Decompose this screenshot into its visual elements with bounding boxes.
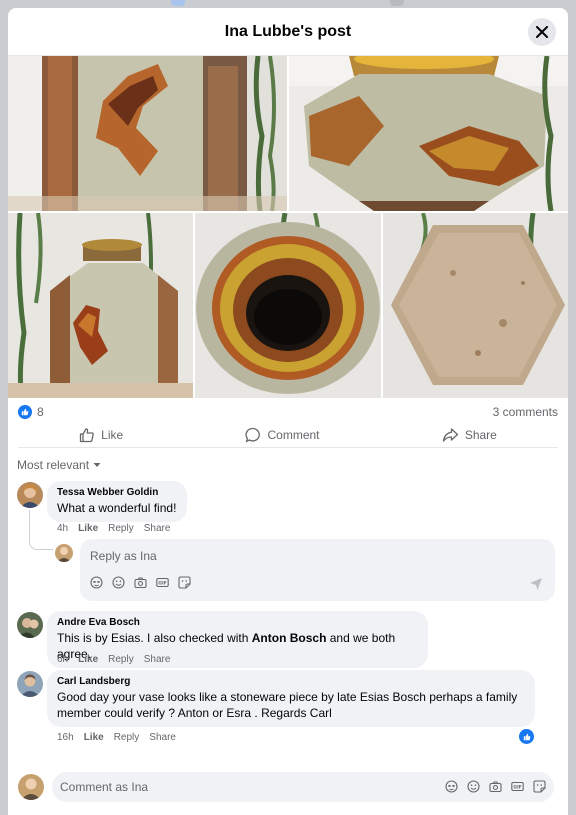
comments-count-link[interactable]: 3 comments — [493, 405, 558, 419]
comment-text: Good day your vase looks like a stonewar… — [57, 690, 518, 720]
reply-thread-line — [29, 510, 53, 550]
share-button-label: Share — [464, 427, 497, 442]
background-nav — [0, 0, 576, 8]
thumbs-up-reaction-icon — [18, 405, 32, 419]
comment-author[interactable]: Andre Eva Bosch — [57, 616, 418, 630]
comment-input[interactable]: Comment as Ina GIF — [52, 772, 554, 802]
speech-bubble-icon — [245, 427, 261, 443]
avatar — [55, 544, 73, 562]
comment-reply-button[interactable]: Reply — [108, 523, 134, 534]
avatar-sticker-icon[interactable] — [90, 576, 103, 589]
share-arrow-icon — [442, 427, 458, 442]
sort-label: Most relevant — [17, 458, 90, 472]
camera-icon[interactable] — [489, 780, 502, 793]
share-button[interactable]: Share — [442, 427, 497, 443]
comment-actions: 16h Like Reply Share — [57, 732, 176, 743]
thumbs-up-icon — [80, 427, 94, 442]
comment-actions: 6h Like Reply Share — [57, 654, 170, 665]
emoji-icon[interactable] — [112, 576, 125, 589]
comment-tools: GIF — [445, 780, 546, 793]
avatar[interactable] — [17, 671, 43, 697]
sticker-icon[interactable] — [178, 576, 191, 589]
comment-author[interactable]: Tessa Webber Goldin — [57, 486, 177, 500]
comment-time[interactable]: 4h — [57, 523, 68, 534]
svg-text:GIF: GIF — [513, 785, 521, 791]
avatar[interactable] — [17, 482, 43, 508]
comment-share-button[interactable]: Share — [149, 732, 176, 743]
post-modal: Ina Lubbe's post 8 3 comments Like Comme… — [8, 8, 568, 815]
comment-time[interactable]: 6h — [57, 654, 68, 665]
avatar-sticker-icon[interactable] — [445, 780, 458, 793]
comment-button[interactable]: Comment — [245, 427, 320, 443]
comment-placeholder: Comment as Ina — [60, 780, 149, 794]
post-actions: Like Comment Share — [18, 426, 558, 448]
avatar[interactable] — [17, 612, 43, 638]
reaction-summary[interactable]: 8 — [18, 405, 44, 419]
avatar — [18, 774, 44, 800]
comment-share-button[interactable]: Share — [144, 523, 171, 534]
modal-header: Ina Lubbe's post — [8, 8, 568, 56]
background-home-icon — [171, 0, 185, 6]
thumbs-up-icon — [523, 733, 530, 740]
close-icon — [536, 26, 548, 38]
mentioned-user-link[interactable]: Anton Bosch — [252, 631, 327, 645]
photo-vase-shoulder[interactable] — [289, 56, 568, 211]
gif-icon[interactable]: GIF — [156, 576, 169, 589]
comment-button-label: Comment — [267, 427, 320, 442]
comment-like-button[interactable]: Like — [84, 732, 104, 743]
modal-title: Ina Lubbe's post — [224, 22, 352, 40]
svg-text:GIF: GIF — [158, 581, 166, 587]
photo-vase-opening[interactable] — [195, 213, 381, 398]
emoji-icon[interactable] — [467, 780, 480, 793]
like-button-label: Like — [101, 427, 124, 442]
comment-bubble: Carl Landsberg Good day your vase looks … — [47, 670, 535, 727]
reply-placeholder: Reply as Ina — [90, 549, 157, 563]
like-button[interactable]: Like — [79, 427, 123, 443]
comment-text-part: This is by Esias. I also checked with — [57, 631, 252, 645]
photo-vase-base[interactable] — [383, 213, 568, 398]
comment-sort-dropdown[interactable]: Most relevant — [17, 458, 101, 472]
reply-tools: GIF — [90, 576, 191, 589]
camera-icon[interactable] — [134, 576, 147, 589]
comment-share-button[interactable]: Share — [144, 654, 171, 665]
close-button[interactable] — [528, 18, 556, 46]
comment-reply-button[interactable]: Reply — [108, 654, 134, 665]
photo-vase-full[interactable] — [8, 213, 193, 398]
sticker-icon[interactable] — [533, 780, 546, 793]
comment-bubble: Tessa Webber Goldin What a wonderful fin… — [47, 481, 187, 522]
send-icon[interactable] — [529, 577, 543, 591]
caret-down-icon — [93, 463, 101, 467]
background-groups-icon — [390, 0, 404, 6]
comment-time[interactable]: 16h — [57, 732, 74, 743]
comment-reply-button[interactable]: Reply — [114, 732, 140, 743]
comment-like-button[interactable]: Like — [78, 523, 98, 534]
comment-actions: 4h Like Reply Share — [57, 523, 170, 534]
reply-input[interactable]: Reply as Ina GIF — [80, 539, 555, 601]
comment-author[interactable]: Carl Landsberg — [57, 675, 525, 689]
comment-reaction-badge[interactable] — [518, 728, 535, 745]
reactions-bar: 8 3 comments — [8, 400, 568, 424]
photo-vase-side-closeup[interactable] — [8, 56, 287, 211]
comment-text: What a wonderful find! — [57, 501, 177, 515]
reaction-count: 8 — [37, 405, 44, 419]
comment-like-button[interactable]: Like — [78, 654, 98, 665]
gif-icon[interactable]: GIF — [511, 780, 524, 793]
